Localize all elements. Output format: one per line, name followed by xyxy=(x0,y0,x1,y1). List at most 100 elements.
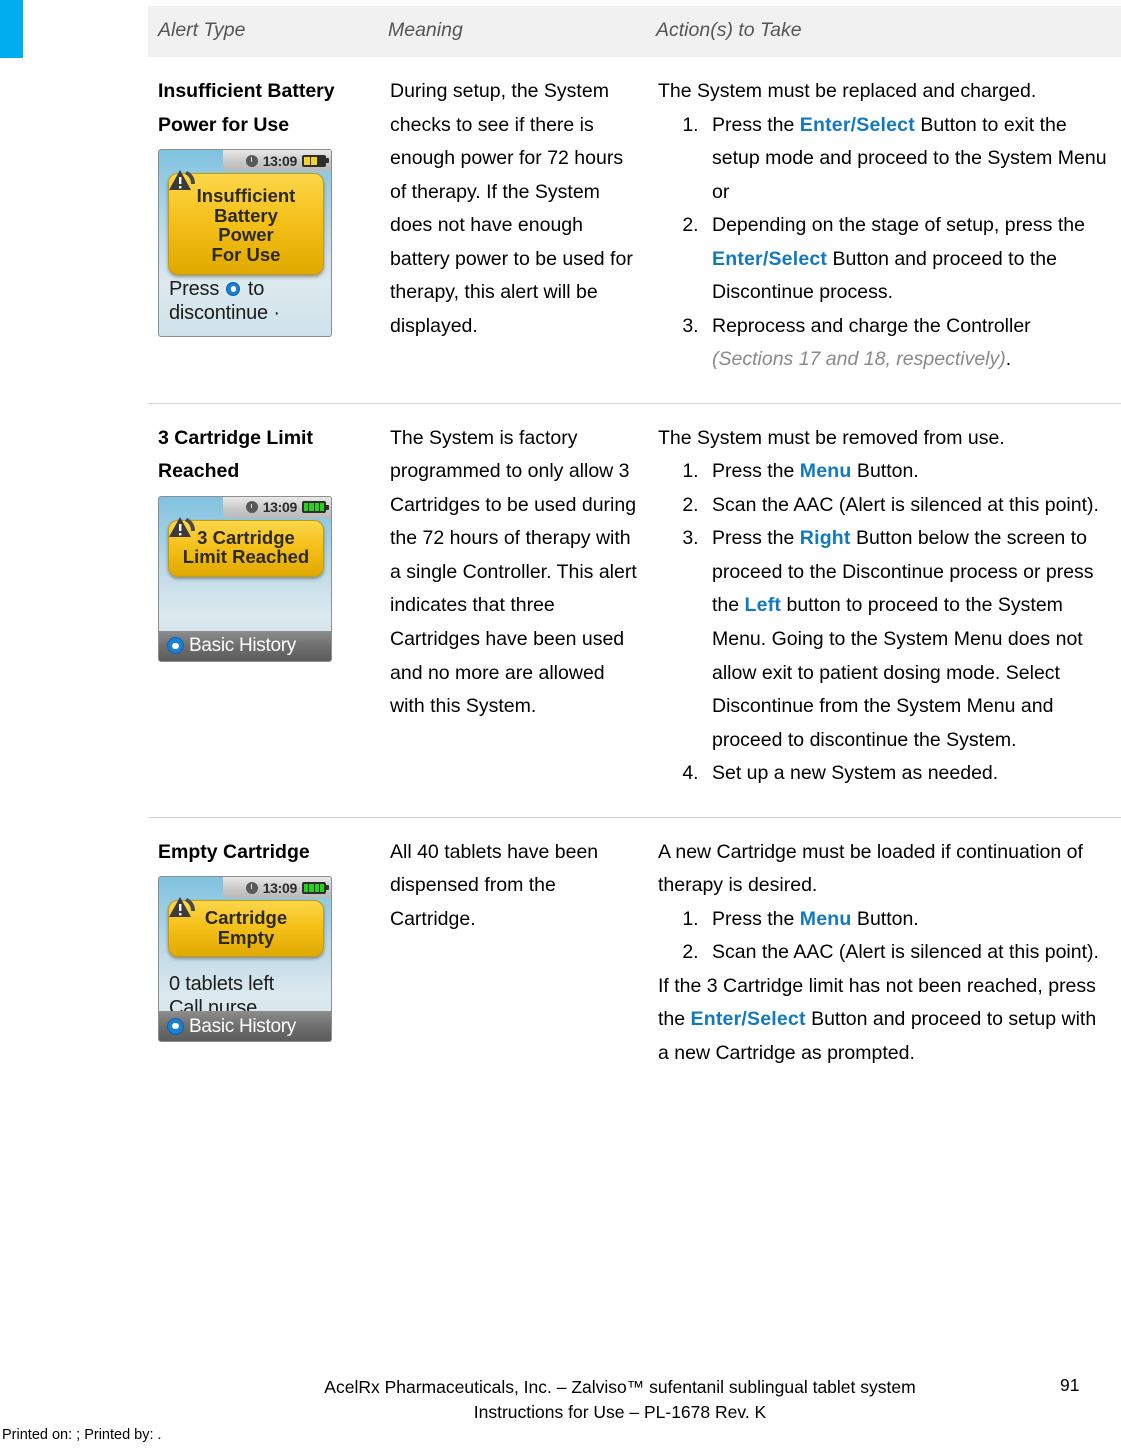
action-step: Depending on the stage of setup, press t… xyxy=(704,209,1111,310)
step-keyword: Enter/Select xyxy=(712,247,828,270)
device-softkey-basic-history[interactable]: Basic History xyxy=(159,1011,331,1042)
footer-line-2: Instructions for Use – PL-1678 Rev. K xyxy=(473,1401,767,1422)
column-header-meaning: Meaning xyxy=(380,6,648,57)
action-followup-text: If the 3 Cartridge limit has not been re… xyxy=(658,970,1111,1071)
device-status-bar: 13:09 xyxy=(223,877,331,899)
device-status-bar: 13:09 xyxy=(223,496,331,518)
alert-text-line: For Use xyxy=(211,243,281,265)
softkey-label: Basic History xyxy=(189,1015,296,1037)
alert-type-cell: 3 Cartridge Limit Reached 13:09 3 Cartri… xyxy=(148,403,380,818)
alert-type-cell: Empty Cartridge 13:09 Cartridge Empty 0 … xyxy=(148,817,380,1096)
meaning-cell: The System is factory programmed to only… xyxy=(380,403,648,818)
device-alert-box: 3 Cartridge Limit Reached xyxy=(168,516,324,578)
alert-text-line: Power xyxy=(218,224,274,246)
table-header-row: Alert Type Meaning Action(s) to Take xyxy=(148,6,1121,57)
section-reference: (Sections 17 and 18, respectively) xyxy=(712,348,1006,371)
warning-triangle-icon xyxy=(167,167,201,197)
clock-icon xyxy=(245,881,258,894)
table-row: 3 Cartridge Limit Reached 13:09 3 Cartri… xyxy=(148,403,1121,818)
followup-keyword: Enter/Select xyxy=(690,1008,806,1031)
action-intro-text: The System must be replaced and charged. xyxy=(658,80,1037,102)
table-header: Alert Type Meaning Action(s) to Take xyxy=(148,6,1121,57)
battery-icon xyxy=(302,154,329,167)
device-clock: 13:09 xyxy=(262,499,298,516)
action-steps-list: Press the Menu Button. Scan the AAC (Ale… xyxy=(658,455,1111,790)
left-accent-bar xyxy=(0,0,23,58)
footer-text-block: AcelRx Pharmaceuticals, Inc. – Zalviso™ … xyxy=(225,1375,1015,1425)
step-text-pre: Scan the AAC (Alert is silenced at this … xyxy=(712,493,1099,516)
meaning-text: The System is factory programmed to only… xyxy=(390,426,637,718)
action-cell: The System must be removed from use. Pre… xyxy=(648,403,1121,818)
device-clock: 13:09 xyxy=(262,152,298,169)
action-step: Reprocess and charge the Controller (Sec… xyxy=(704,310,1111,377)
action-step: Press the Menu Button. xyxy=(704,903,1111,937)
device-screenshot-cartridge-limit: 13:09 3 Cartridge Limit Reached Basic Hi… xyxy=(158,495,332,662)
step-text-pre: Press the xyxy=(712,527,800,550)
device-instruction-line1: 0 tablets left xyxy=(169,973,275,996)
step-keyword: Right xyxy=(799,527,851,550)
action-steps-list: Press the Enter/Select Button to exit th… xyxy=(658,109,1111,377)
device-alert-box: Insufficient Battery Power For Use xyxy=(168,170,324,275)
device-screenshot-empty-cartridge: 13:09 Cartridge Empty 0 tablets left Cal… xyxy=(158,876,332,1043)
table-row: Insufficient Battery Power for Use 13:09 xyxy=(148,57,1121,404)
meaning-cell: All 40 tablets have been dispensed from … xyxy=(380,817,648,1096)
alert-type-label-line1: Insufficient Battery xyxy=(158,80,335,102)
battery-icon xyxy=(302,881,329,894)
alert-text-line: Battery xyxy=(214,204,278,226)
softkey-label: Basic History xyxy=(189,635,296,657)
step-text-pre: Press the xyxy=(712,460,800,483)
footer-line-1: AcelRx Pharmaceuticals, Inc. – Zalviso™ … xyxy=(324,1377,916,1397)
meaning-cell: During setup, the System checks to see i… xyxy=(380,57,648,404)
step-text-pre: Scan the AAC (Alert is silenced at this … xyxy=(712,941,1099,964)
device-instruction-pre: Press xyxy=(169,278,225,301)
action-cell: A new Cartridge must be loaded if contin… xyxy=(648,817,1121,1096)
device-instruction-text: Press to discontinue · xyxy=(169,278,280,325)
action-intro-text: A new Cartridge must be loaded if contin… xyxy=(658,840,1083,897)
meaning-text: During setup, the System checks to see i… xyxy=(390,80,633,337)
print-info-line: Printed on: ; Printed by: . xyxy=(2,1427,162,1443)
device-screenshot-insufficient-battery: 13:09 Insufficient Battery Power For Use… xyxy=(158,149,332,338)
step-text-post: Button. xyxy=(851,907,919,930)
enter-select-button-icon xyxy=(167,637,184,655)
clock-icon xyxy=(245,154,258,167)
device-status-bar: 13:09 xyxy=(223,150,331,172)
step-text-post-2: button to proceed to the System Menu. Go… xyxy=(712,594,1083,751)
device-instruction-line2: discontinue · xyxy=(169,301,280,324)
action-cell: The System must be replaced and charged.… xyxy=(648,57,1121,404)
alert-text-line: Empty xyxy=(217,926,275,948)
alert-text-line: Limit Reached xyxy=(182,546,310,568)
step-keyword-2: Left xyxy=(744,594,782,617)
enter-select-button-icon xyxy=(167,1017,184,1035)
device-softkey-basic-history[interactable]: Basic History xyxy=(159,630,331,661)
table-body: Insufficient Battery Power for Use 13:09 xyxy=(148,57,1121,1096)
table-row: Empty Cartridge 13:09 Cartridge Empty 0 … xyxy=(148,817,1121,1096)
step-keyword: Enter/Select xyxy=(799,113,915,136)
step-text-pre: Press the xyxy=(712,907,800,930)
step-text-post: . xyxy=(1005,348,1012,371)
alert-table: Alert Type Meaning Action(s) to Take Ins… xyxy=(148,6,1121,1096)
step-keyword: Menu xyxy=(799,907,852,930)
action-intro-text: The System must be removed from use. xyxy=(658,426,1005,449)
device-screen: 13:09 xyxy=(159,496,331,661)
action-step: Press the Menu Button. xyxy=(704,455,1111,489)
step-text-pre: Reprocess and charge the Controller xyxy=(712,314,1031,337)
column-header-alert-type: Alert Type xyxy=(148,6,380,57)
page-number: 91 xyxy=(1060,1375,1080,1395)
action-step: Press the Enter/Select Button to exit th… xyxy=(704,109,1111,210)
step-text-pre: Depending on the stage of setup, press t… xyxy=(712,214,1085,237)
device-screen: 13:09 xyxy=(159,150,331,337)
action-step: Scan the AAC (Alert is silenced at this … xyxy=(704,936,1111,970)
alert-type-label-line1: Empty Cartridge xyxy=(158,840,310,863)
enter-select-button-icon xyxy=(226,282,241,297)
alert-type-label-line2: Reached xyxy=(158,460,240,483)
column-header-action: Action(s) to Take xyxy=(648,6,1121,57)
alert-type-label-line1: 3 Cartridge Limit xyxy=(158,426,313,449)
step-text-pre: Set up a new System as needed. xyxy=(712,762,999,785)
step-text-pre: Press the xyxy=(712,113,800,136)
action-step: Set up a new System as needed. xyxy=(704,757,1111,791)
meaning-text: All 40 tablets have been dispensed from … xyxy=(390,840,599,930)
warning-triangle-icon xyxy=(167,514,201,544)
alert-type-cell: Insufficient Battery Power for Use 13:09 xyxy=(148,57,380,404)
clock-icon xyxy=(245,501,258,514)
device-alert-box: Cartridge Empty xyxy=(168,897,324,958)
